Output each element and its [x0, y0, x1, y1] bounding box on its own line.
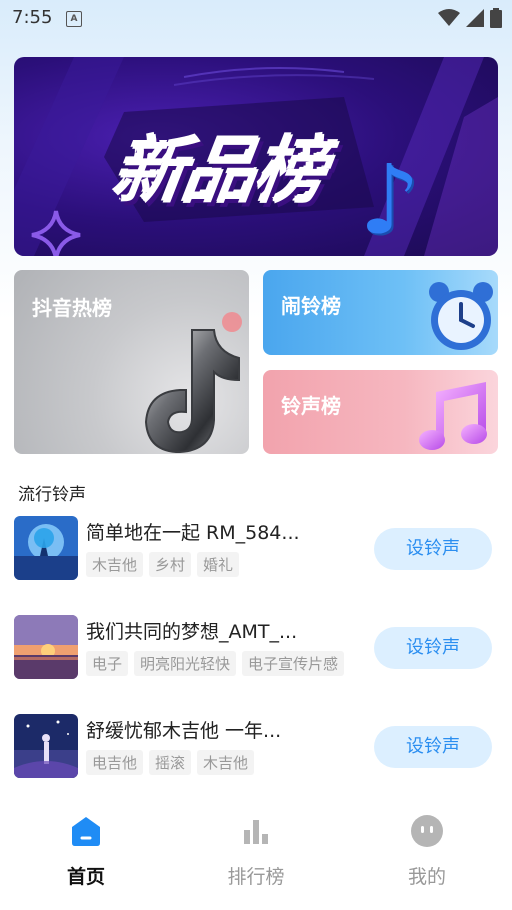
ringtone-chart-label: 铃声榜 [281, 394, 341, 418]
a-icon: A [66, 11, 82, 27]
status-time: 7:55 [12, 7, 53, 28]
list-item[interactable]: 我们共同的梦想_AMT_... 电子 明亮阳光轻快 电子宣传片感 设铃声 [14, 615, 498, 681]
song-tags: 电子 明亮阳光轻快 电子宣传片感 [86, 651, 345, 676]
set-ringtone-button[interactable]: 设铃声 [374, 627, 492, 669]
section-title: 流行铃声 [18, 485, 86, 505]
bar-chart-icon [244, 820, 268, 844]
tab-mine-label: 我的 [407, 866, 446, 888]
signal-icon [466, 9, 484, 27]
tag: 婚礼 [197, 552, 240, 577]
tag: 木吉他 [86, 552, 144, 577]
ringtone-chart-card[interactable]: 铃声榜 [263, 370, 498, 454]
song-tags: 电吉他 摇滚 木吉他 [86, 750, 255, 775]
home-icon [72, 817, 100, 846]
tab-mine[interactable]: 我的 [367, 814, 487, 889]
tag: 电吉他 [86, 750, 144, 775]
banner-carousel[interactable]: 新品榜 ♪ [14, 57, 498, 256]
music-notes-icon [419, 382, 487, 450]
tab-charts[interactable]: 排行榜 [196, 814, 316, 889]
song-title: 简单地在一起 RM_584... [86, 522, 300, 544]
tab-home-label: 首页 [66, 866, 105, 888]
list-item[interactable]: 简单地在一起 RM_584... 木吉他 乡村 婚礼 设铃声 [14, 516, 498, 582]
tag: 乡村 [149, 552, 192, 577]
banner-title: 新品榜 [108, 129, 330, 213]
alarm-chart-card[interactable]: 闹铃榜 [263, 270, 498, 355]
song-title: 舒缓忧郁木吉他 一年... [86, 720, 282, 742]
wifi-icon [438, 9, 460, 26]
tab-home[interactable]: 首页 [26, 814, 146, 889]
song-cover [14, 615, 78, 679]
tab-charts-label: 排行榜 [227, 866, 285, 888]
song-tags: 木吉他 乡村 婚礼 [86, 552, 240, 577]
set-ringtone-button[interactable]: 设铃声 [374, 528, 492, 570]
douyin-logo-icon [144, 312, 242, 454]
star-icon [31, 210, 81, 256]
profile-icon [411, 815, 443, 847]
song-cover [14, 516, 78, 580]
battery-icon [490, 8, 502, 28]
status-bar: 7:55 A [0, 0, 512, 36]
douyin-chart-label: 抖音热榜 [32, 296, 112, 320]
list-item[interactable]: 舒缓忧郁木吉他 一年... 电吉他 摇滚 木吉他 设铃声 [14, 714, 498, 780]
tag: 电子宣传片感 [242, 651, 345, 676]
alarm-clock-icon [429, 282, 493, 350]
set-ringtone-button[interactable]: 设铃声 [374, 726, 492, 768]
bottom-tab-bar: 首页 排行榜 我的 [0, 800, 512, 910]
alarm-chart-label: 闹铃榜 [281, 294, 341, 318]
tag: 木吉他 [197, 750, 255, 775]
douyin-chart-card[interactable]: 抖音热榜 [14, 270, 249, 454]
song-title: 我们共同的梦想_AMT_... [86, 621, 298, 643]
tag: 电子 [86, 651, 129, 676]
song-cover [14, 714, 78, 778]
tag: 明亮阳光轻快 [134, 651, 237, 676]
music-note-icon: ♪ [359, 144, 421, 256]
status-icons [438, 8, 502, 28]
tag: 摇滚 [149, 750, 192, 775]
